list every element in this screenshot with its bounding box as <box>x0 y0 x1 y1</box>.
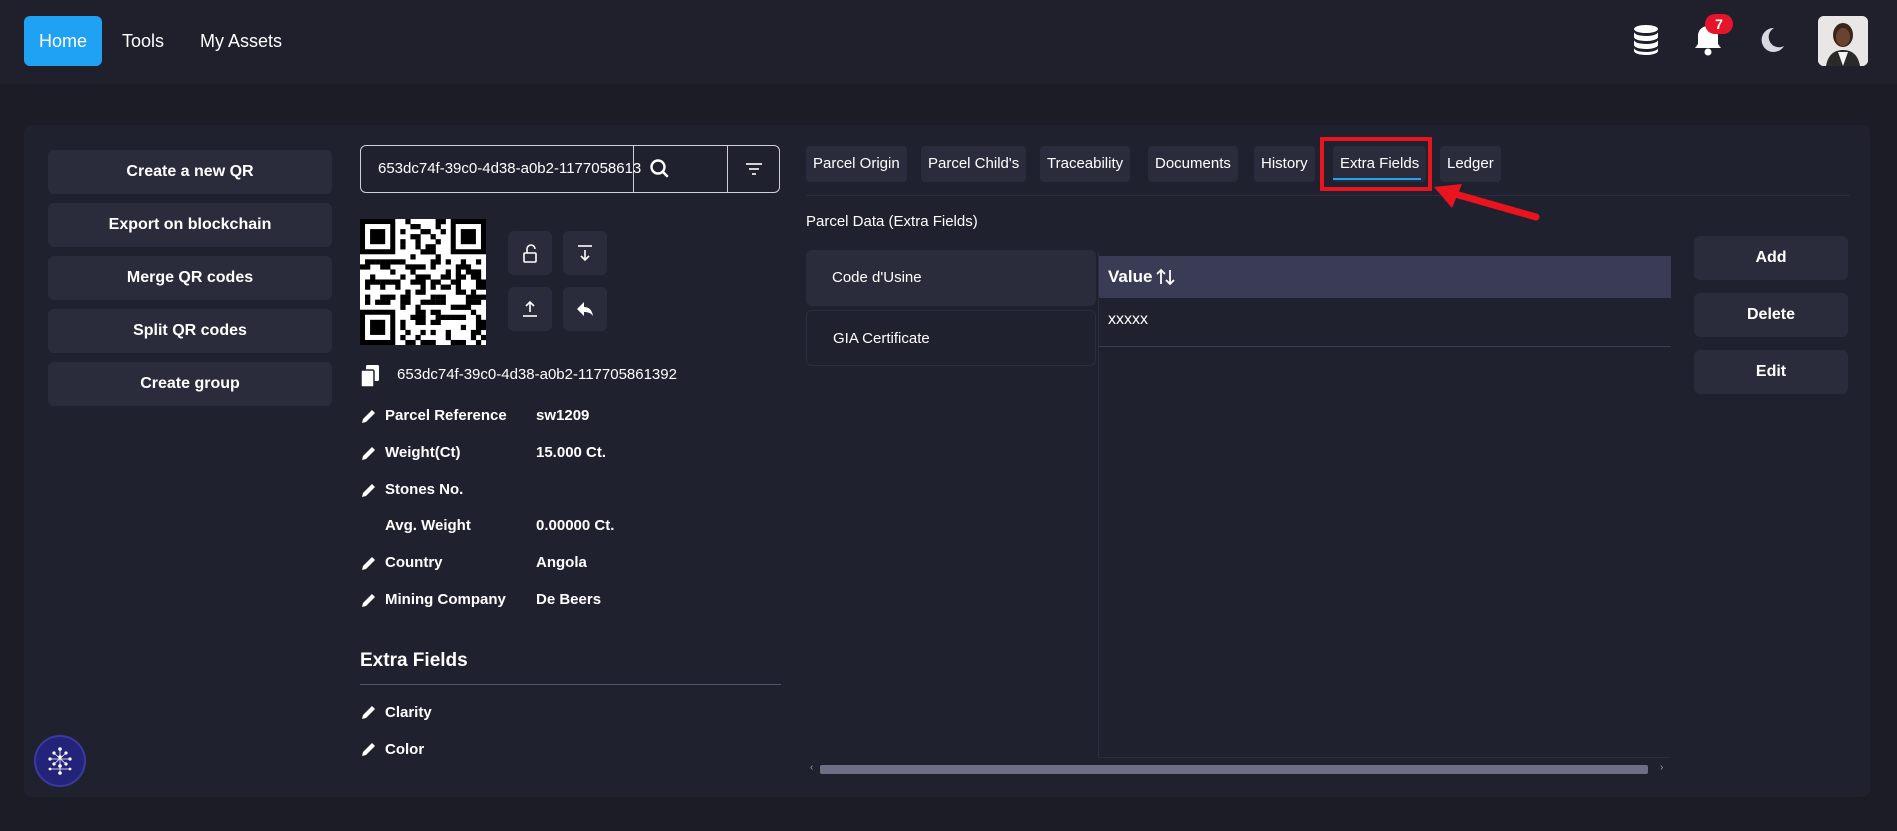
scrollbar-thumb[interactable] <box>820 765 1648 774</box>
search-bar: 653dc74f-39c0-4d38-a0b2-1177058613 <box>360 145 780 193</box>
scroll-right-icon[interactable]: › <box>1660 762 1663 773</box>
table-header-label: Value <box>1108 267 1153 286</box>
extra-fields-heading: Extra Fields <box>360 650 468 671</box>
nav-home-button[interactable]: Home <box>24 16 102 66</box>
split-qr-button[interactable]: Split QR codes <box>48 309 332 353</box>
filter-icon <box>746 163 762 175</box>
merge-qr-button[interactable]: Merge QR codes <box>48 256 332 300</box>
create-new-qr-button[interactable]: Create a new QR <box>48 150 332 194</box>
assistant-fab-button[interactable] <box>34 735 86 787</box>
unlock-button[interactable] <box>508 231 552 275</box>
field-label: Country <box>385 554 443 571</box>
extra-field-label: Color <box>385 741 425 758</box>
edit-stones-icon[interactable] <box>360 481 378 499</box>
tab-parcel-origin[interactable]: Parcel Origin <box>806 146 907 182</box>
sort-icon[interactable] <box>1156 268 1176 286</box>
network-logo-icon <box>48 747 72 775</box>
unlock-icon <box>523 244 537 263</box>
field-label: Stones No. <box>385 481 464 498</box>
tab-ledger[interactable]: Ledger <box>1440 146 1501 182</box>
add-button[interactable]: Add <box>1694 236 1848 280</box>
delete-button[interactable]: Delete <box>1694 293 1848 337</box>
field-value: 15.000 Ct. <box>536 444 607 461</box>
field-value: sw1209 <box>536 407 590 424</box>
field-label: Parcel Reference <box>385 407 507 424</box>
nav-tools-button[interactable]: Tools <box>122 16 164 66</box>
copy-icon <box>360 365 379 388</box>
field-label: Weight(Ct) <box>385 444 461 461</box>
edit-weight-icon[interactable] <box>360 444 378 462</box>
moon-icon[interactable] <box>1752 22 1788 58</box>
filter-button[interactable] <box>727 146 779 192</box>
download-button[interactable] <box>563 231 607 275</box>
divider <box>1099 346 1671 347</box>
upload-icon <box>523 300 537 317</box>
edit-country-icon[interactable] <box>360 554 378 572</box>
qr-code-image <box>360 219 487 346</box>
field-list: Code d'Usine GIA Certificate <box>806 250 1096 368</box>
field-label: Avg. Weight <box>385 517 471 534</box>
search-button[interactable] <box>633 146 685 192</box>
undo-button[interactable] <box>563 287 607 331</box>
edit-color-icon[interactable] <box>360 740 378 758</box>
divider <box>360 684 781 685</box>
edit-parcel-reference-icon[interactable] <box>360 407 378 425</box>
download-icon <box>578 245 592 262</box>
edit-mining-company-icon[interactable] <box>360 591 378 609</box>
field-value: De Beers <box>536 591 602 608</box>
upload-button[interactable] <box>508 287 552 331</box>
field-label: Mining Company <box>385 591 506 608</box>
highlight-box <box>1320 137 1432 191</box>
divider <box>806 195 1850 196</box>
values-table: Value xxxxx <box>1098 252 1671 758</box>
notification-badge: 7 <box>1705 14 1733 34</box>
undo-icon <box>577 302 593 316</box>
create-group-button[interactable]: Create group <box>48 362 332 406</box>
search-icon <box>650 159 669 178</box>
edit-button[interactable]: Edit <box>1694 350 1848 394</box>
top-bar: Home Tools My Assets 7 <box>0 0 1897 84</box>
copy-uuid-button[interactable] <box>360 364 384 388</box>
field-value: Angola <box>536 554 587 571</box>
tab-documents[interactable]: Documents <box>1148 146 1238 182</box>
avatar[interactable] <box>1818 16 1868 66</box>
list-item[interactable]: GIA Certificate <box>806 310 1096 366</box>
database-icon[interactable] <box>1628 22 1664 58</box>
table-cell[interactable]: xxxxx <box>1108 308 1148 332</box>
tab-parcel-childs[interactable]: Parcel Child's <box>921 146 1027 182</box>
tab-traceability[interactable]: Traceability <box>1040 146 1131 182</box>
nav-my-assets-button[interactable]: My Assets <box>200 16 282 66</box>
tab-history[interactable]: History <box>1254 146 1315 182</box>
export-blockchain-button[interactable]: Export on blockchain <box>48 203 332 247</box>
table-header[interactable]: Value <box>1099 256 1671 298</box>
edit-clarity-icon[interactable] <box>360 703 378 721</box>
section-title: Parcel Data (Extra Fields) <box>806 213 978 230</box>
scroll-left-icon[interactable]: ‹ <box>810 762 813 773</box>
extra-field-label: Clarity <box>385 704 432 721</box>
list-item[interactable]: Code d'Usine <box>806 250 1096 306</box>
parcel-uuid: 653dc74f-39c0-4d38-a0b2-117705861392 <box>397 366 677 383</box>
annotation-arrow <box>1434 184 1540 221</box>
field-value: 0.00000 Ct. <box>536 517 615 534</box>
